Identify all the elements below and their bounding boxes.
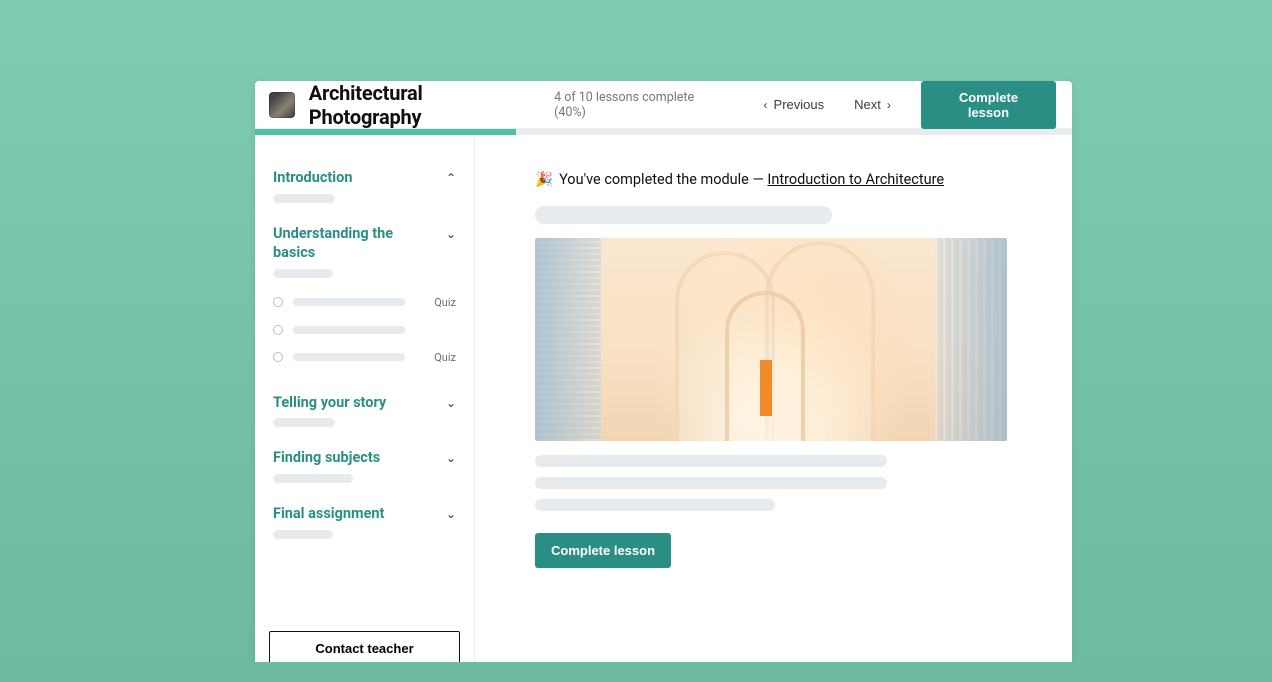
- heading-placeholder: [535, 206, 832, 224]
- next-label: Next: [854, 97, 881, 112]
- module-subtext-placeholder: [273, 530, 333, 539]
- chevron-down-icon: ⌄: [446, 396, 456, 410]
- progress-bar: [255, 129, 1072, 135]
- complete-lesson-button-inline[interactable]: Complete lesson: [535, 533, 671, 568]
- module-title: Telling your story: [273, 394, 386, 413]
- module-title: Finding subjects: [273, 449, 380, 468]
- module-title: Final assignment: [273, 505, 384, 524]
- module-telling-your-story[interactable]: Telling your story ⌄: [255, 386, 474, 442]
- header: Architectural Photography 4 of 10 lesson…: [255, 81, 1072, 129]
- chevron-left-icon: ‹: [764, 98, 768, 112]
- sidebar-footer: Contact teacher: [255, 619, 474, 662]
- course-app: Architectural Photography 4 of 10 lesson…: [255, 81, 1072, 662]
- course-thumbnail: [269, 92, 295, 118]
- completion-message: 🎉 You've completed the module — Introduct…: [535, 171, 1012, 188]
- module-finding-subjects[interactable]: Finding subjects ⌄: [255, 441, 474, 497]
- chevron-down-icon: ⌄: [446, 227, 456, 241]
- lesson-item[interactable]: Quiz: [273, 288, 456, 317]
- lesson-hero-image: [535, 238, 1007, 441]
- module-final-assignment[interactable]: Final assignment ⌄: [255, 497, 474, 553]
- contact-teacher-button[interactable]: Contact teacher: [269, 631, 460, 662]
- body-text-placeholder: [535, 455, 887, 467]
- chevron-down-icon: ⌄: [446, 507, 456, 521]
- lesson-item[interactable]: Quiz: [273, 343, 456, 372]
- body-text-placeholder: [535, 477, 887, 489]
- progress-text: 4 of 10 lessons complete (40%): [554, 90, 727, 120]
- completion-prefix: You've completed the module —: [559, 171, 767, 188]
- party-popper-icon: 🎉: [535, 171, 553, 188]
- lesson-title-placeholder: [293, 353, 405, 361]
- main-content: 🎉 You've completed the module — Introduct…: [475, 135, 1072, 662]
- radio-unchecked-icon: [273, 297, 283, 307]
- progress-fill: [255, 129, 516, 135]
- page-background: Architectural Photography 4 of 10 lesson…: [24, 14, 1254, 662]
- lesson-title-placeholder: [293, 326, 405, 334]
- complete-lesson-button-header[interactable]: Complete lesson: [921, 81, 1056, 129]
- module-subtext-placeholder: [273, 269, 333, 278]
- completed-module-link[interactable]: Introduction to Architecture: [767, 171, 944, 188]
- radio-unchecked-icon: [273, 325, 283, 335]
- previous-label: Previous: [774, 97, 825, 112]
- module-subtext-placeholder: [273, 418, 335, 427]
- lesson-tag: Quiz: [434, 296, 456, 309]
- next-button[interactable]: Next ›: [846, 91, 899, 118]
- lesson-item[interactable]: [273, 317, 456, 343]
- module-understanding-basics[interactable]: Understanding the basics ⌄ Quiz: [255, 217, 474, 386]
- radio-unchecked-icon: [273, 352, 283, 362]
- module-title: Understanding the basics: [273, 225, 433, 263]
- sidebar-modules: Introduction ⌃ Understanding the basics …: [255, 161, 474, 619]
- chevron-up-icon: ⌃: [446, 171, 456, 185]
- chevron-down-icon: ⌄: [446, 451, 456, 465]
- module-introduction[interactable]: Introduction ⌃: [255, 161, 474, 217]
- sidebar: Introduction ⌃ Understanding the basics …: [255, 135, 475, 662]
- lesson-list: Quiz Quiz: [273, 288, 456, 372]
- lesson-title-placeholder: [293, 298, 405, 306]
- previous-button[interactable]: ‹ Previous: [756, 91, 833, 118]
- module-subtext-placeholder: [273, 194, 335, 203]
- chevron-right-icon: ›: [887, 98, 891, 112]
- course-title: Architectural Photography: [309, 81, 538, 129]
- body-text-placeholder: [535, 499, 775, 511]
- module-subtext-placeholder: [273, 474, 353, 483]
- lesson-tag: Quiz: [434, 351, 456, 364]
- body: Introduction ⌃ Understanding the basics …: [255, 135, 1072, 662]
- module-title: Introduction: [273, 169, 352, 188]
